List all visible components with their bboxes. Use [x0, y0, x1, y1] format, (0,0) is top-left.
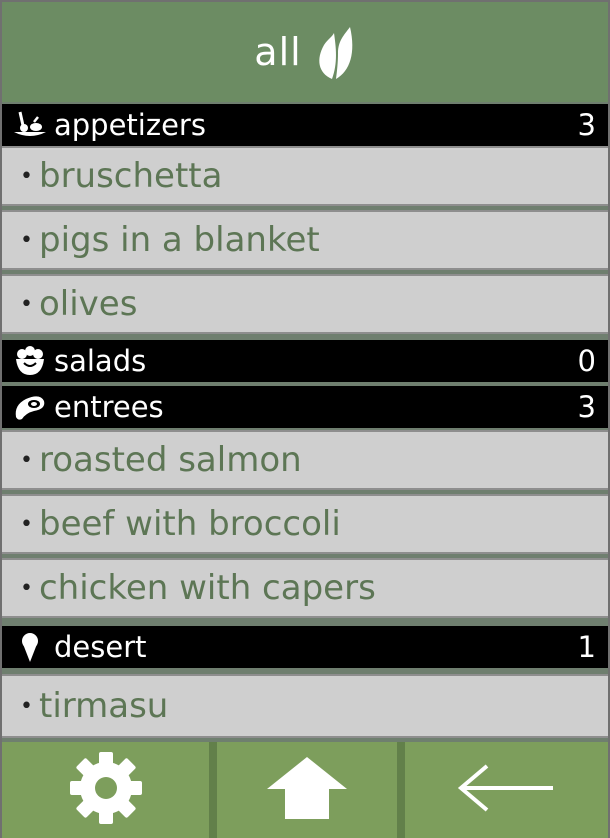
bullet: •	[20, 575, 33, 601]
filter-title: all	[254, 30, 302, 74]
back-button[interactable]	[405, 742, 608, 838]
skewer-appetizer-icon	[10, 108, 50, 142]
settings-button[interactable]	[2, 742, 209, 838]
category-count: 0	[577, 344, 596, 378]
category-label: salads	[54, 344, 147, 378]
category-label: desert	[54, 630, 147, 664]
category-count: 3	[577, 390, 596, 424]
gear-icon	[68, 750, 144, 830]
nav-divider	[397, 742, 405, 838]
list-item[interactable]: • olives	[2, 274, 608, 334]
list-item[interactable]: • beef with broccoli	[2, 494, 608, 554]
steak-icon	[10, 390, 50, 424]
list-item[interactable]: • pigs in a blanket	[2, 210, 608, 270]
list-item[interactable]: • bruschetta	[2, 146, 608, 206]
menu-app: all appetizers 3 • bruschetta • pigs in …	[0, 0, 610, 838]
category-header-appetizers[interactable]: appetizers 3	[2, 104, 608, 146]
list-item[interactable]: • roasted salmon	[2, 430, 608, 490]
category-count: 1	[577, 630, 596, 664]
header-bar[interactable]: all	[2, 2, 608, 102]
bullet: •	[20, 447, 33, 473]
category-label: appetizers	[54, 108, 206, 142]
bottom-nav-bar	[2, 742, 608, 838]
leaf-icon	[316, 23, 356, 81]
item-label: beef with broccoli	[38, 504, 341, 544]
bullet: •	[20, 511, 33, 537]
item-label: olives	[38, 284, 138, 324]
category-header-desert[interactable]: desert 1	[2, 626, 608, 668]
bullet: •	[20, 227, 33, 253]
home-button[interactable]	[217, 742, 397, 838]
back-arrow-icon	[457, 763, 557, 817]
home-icon	[265, 755, 349, 825]
category-label: entrees	[54, 390, 164, 424]
item-label: pigs in a blanket	[38, 220, 320, 260]
bullet: •	[20, 693, 33, 719]
item-label: tirmasu	[38, 686, 169, 726]
nav-divider	[209, 742, 217, 838]
category-header-salads[interactable]: salads 0	[2, 340, 608, 382]
ice-cream-icon	[10, 630, 50, 664]
bullet: •	[20, 163, 33, 189]
bullet: •	[20, 291, 33, 317]
list-item[interactable]: • tirmasu	[2, 674, 608, 738]
item-label: bruschetta	[38, 156, 223, 196]
salad-bowl-icon	[10, 344, 50, 378]
item-label: roasted salmon	[38, 440, 302, 480]
list-item[interactable]: • chicken with capers	[2, 558, 608, 618]
item-label: chicken with capers	[38, 568, 376, 608]
category-count: 3	[577, 108, 596, 142]
category-header-entrees[interactable]: entrees 3	[2, 386, 608, 428]
